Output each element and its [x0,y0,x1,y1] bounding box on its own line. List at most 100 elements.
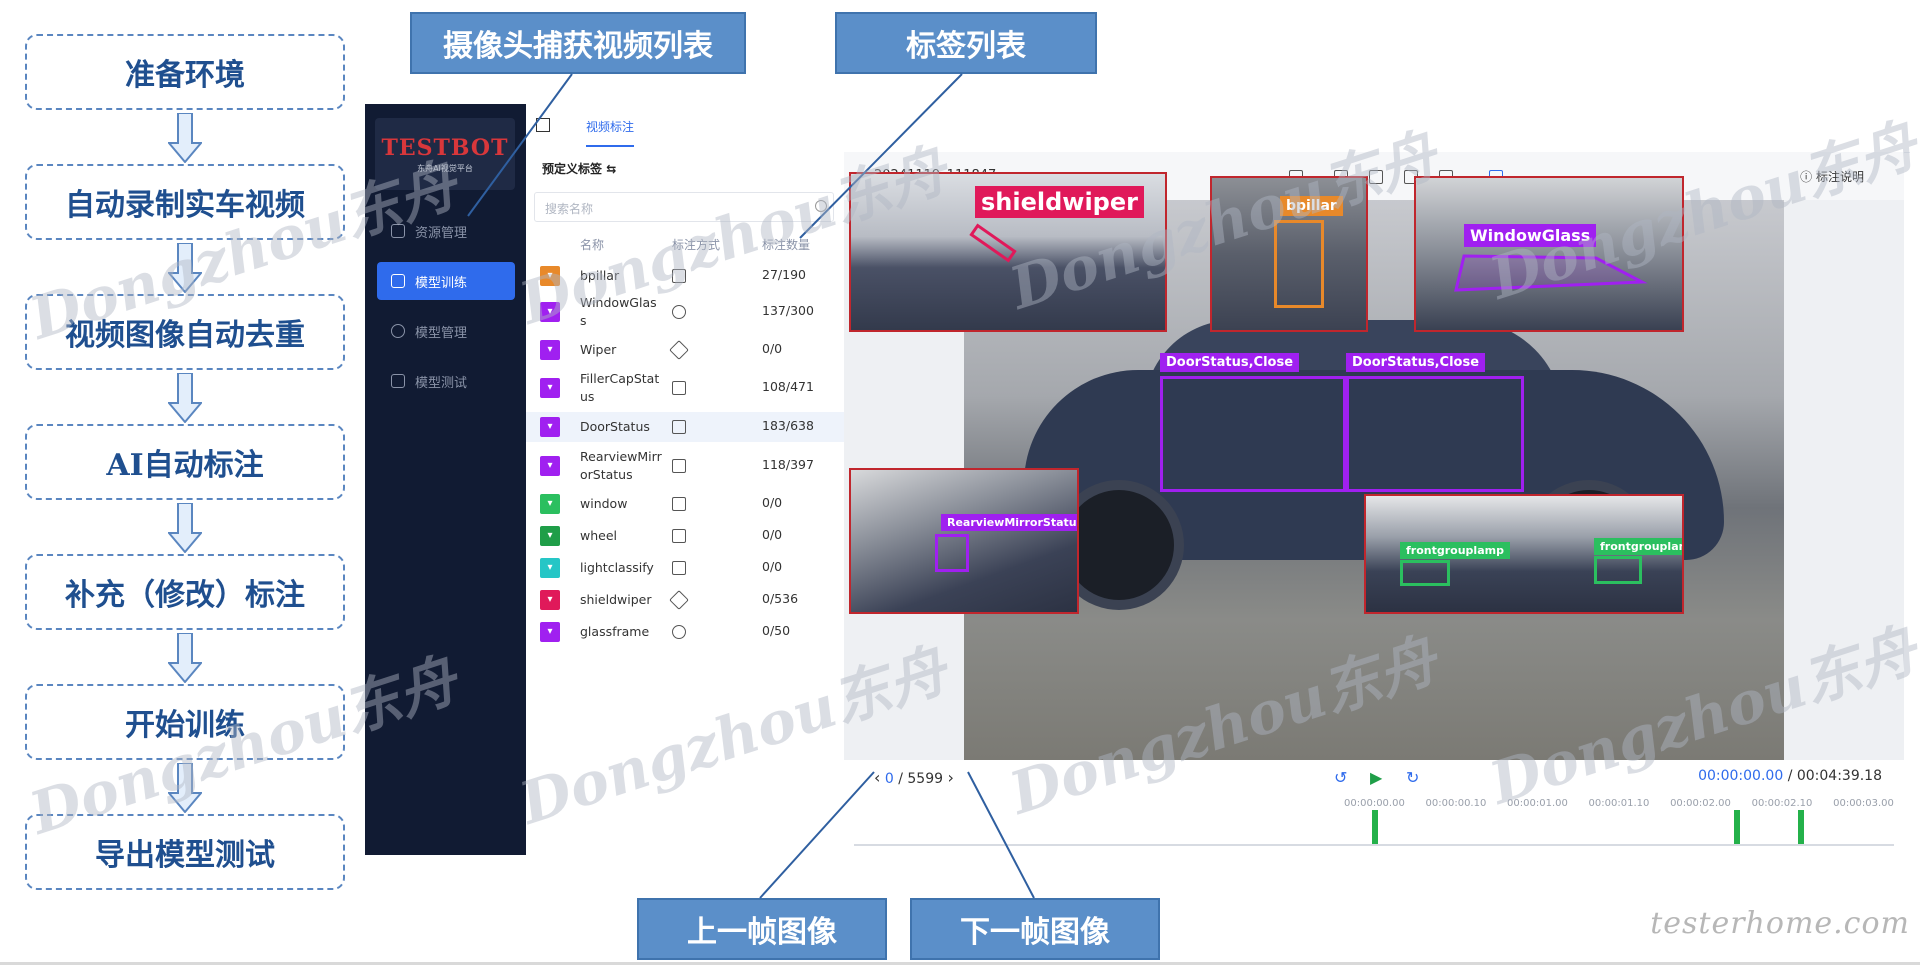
doorstatus-bbox[interactable] [1346,376,1524,492]
label-color-swatch[interactable]: ▾ [540,622,560,642]
playback-bar: ‹ 0 / 5599 › ↺ ▶ ↻ 00:00:00.00 / 00:04:3… [844,760,1904,852]
flow-down-arrow-icon [168,633,202,683]
flow-step-6: 开始训练 [25,684,345,760]
keyframe-marker[interactable] [1798,810,1804,844]
label-name: bpillar [580,268,620,283]
label-row[interactable]: ▾ bpillar 27/190 [526,262,844,290]
sidebar-item-label: 模型训练 [415,275,468,291]
column-header-name: 名称 [580,238,605,252]
sidebar-item-label: 资源管理 [415,225,468,241]
column-header-count: 标注数量 [762,238,811,252]
prev-frame-button[interactable]: ‹ [874,768,880,787]
bpillar-tag: bpillar [1280,196,1343,216]
app-tab-bar: 视频标注 [526,104,1910,153]
rect-tool-icon [672,459,686,473]
sidebar-item-model-training[interactable]: 模型训练 [377,262,515,300]
folder-icon [391,224,405,238]
search-icon [815,200,827,212]
timeline-track[interactable] [854,844,1894,846]
label-row[interactable]: ▾ FillerCapStatus 108/471 [526,368,844,408]
label-count: 0/0 [762,341,783,356]
callout-video-list: 摄像头捕获视频列表 [410,12,746,74]
label-count: 118/397 [762,457,814,472]
rect-tool-icon [672,529,686,543]
windowglass-polygon[interactable] [1416,178,1684,332]
label-color-swatch[interactable]: ▾ [540,302,560,322]
sidebar-item-resources[interactable]: 资源管理 [377,212,515,250]
label-color-swatch[interactable]: ▾ [540,378,560,398]
timeline-tick: 00:00:02.10 [1751,798,1813,809]
doorstatus-tag: DoorStatus,Close [1160,353,1300,372]
polygon-tool-icon [672,625,686,639]
label-color-swatch[interactable]: ▾ [540,417,560,437]
label-count: 183/638 [762,418,814,433]
label-color-swatch[interactable]: ▾ [540,494,560,514]
next-frame-button[interactable]: › [947,768,953,787]
inset-windowglass: WindowGlass [1414,176,1684,332]
flow-step-7: 导出模型测试 [25,814,345,890]
rect-tool-icon [672,269,686,283]
frontgrouplamp-bbox[interactable] [1594,556,1642,584]
label-color-swatch[interactable]: ▾ [540,526,560,546]
label-count: 0/0 [762,527,783,542]
sidebar-item-label: 模型管理 [415,325,468,341]
flow-step-4: AI自动标注 [25,424,345,500]
frame-total: / 5599 [898,771,944,787]
flow-step-2: 自动录制实车视频 [25,164,345,240]
flow-down-arrow-icon [168,243,202,293]
label-color-swatch[interactable]: ▾ [540,340,560,360]
rearviewmirror-bbox[interactable] [935,534,969,572]
rect-tool-icon [672,561,686,575]
testbot-logo: TESTBOT 东舟AI视觉平台 [375,118,515,190]
label-color-swatch[interactable]: ▾ [540,558,560,578]
label-color-swatch[interactable]: ▾ [540,266,560,286]
tab-video-annotation[interactable]: 视频标注 [586,118,635,147]
label-name: lightclassify [580,560,654,575]
label-name: wheel [580,528,617,543]
site-watermark: testerhome.com [1650,906,1910,941]
timeline-tick: 00:00:01.10 [1588,798,1650,809]
bpillar-bbox[interactable] [1274,220,1324,308]
paste-icon[interactable] [1369,170,1383,184]
label-row[interactable]: ▾ RearviewMirrorStatus 118/397 [526,446,844,486]
label-count: 108/471 [762,379,814,394]
label-row[interactable]: ▾ shieldwiper 0/536 [526,586,844,614]
shieldwiper-tag: shieldwiper [975,186,1144,218]
rect-tool-icon [672,381,686,395]
label-color-swatch[interactable]: ▾ [540,590,560,610]
label-name: FillerCapStatus [580,371,660,404]
play-icon[interactable]: ▶ [1370,768,1382,787]
label-row[interactable]: ▾ DoorStatus 183/638 [526,412,844,442]
label-row[interactable]: ▾ WindowGlass 137/300 [526,292,844,332]
frame-counter: ‹ 0 / 5599 › [874,768,954,787]
logo-subtitle: 东舟AI视觉平台 [417,163,473,173]
label-row[interactable]: ▾ lightclassify 0/0 [526,554,844,582]
label-color-swatch[interactable]: ▾ [540,456,560,476]
frontgrouplamp-bbox[interactable] [1400,560,1450,586]
forward-5s-icon[interactable]: ↻ [1406,768,1419,787]
frame-current: 0 [884,771,894,787]
rewind-5s-icon[interactable]: ↺ [1334,768,1347,787]
timeline-tick: 00:00:01.00 [1507,798,1568,809]
label-count: 0/0 [762,495,783,510]
doorstatus-bbox[interactable] [1160,376,1346,492]
sidebar-item-model-management[interactable]: 模型管理 [377,312,515,350]
sidebar-item-model-test[interactable]: 模型测试 [377,362,515,400]
label-row[interactable]: ▾ glassframe 0/50 [526,618,844,646]
video-icon[interactable] [536,118,550,132]
search-input[interactable]: 搜索名称 [534,192,834,222]
label-row[interactable]: ▾ Wiper 0/0 [526,336,844,364]
label-name: RearviewMirrorStatus [580,449,662,482]
annotation-help-link[interactable]: ⓘ 标注说明 [1800,168,1864,185]
label-count: 27/190 [762,267,806,282]
pie-chart-icon [391,324,405,338]
bottom-divider [0,962,1920,965]
label-list-panel: 预定义标签 ⇆ 搜索名称 名称 标注方式 标注数量 ▾ bpillar 27/1… [526,152,844,855]
keyframe-marker[interactable] [1734,810,1740,844]
timeline-tick: 00:00:00.00 [1344,798,1405,809]
column-header-mode: 标注方式 [672,238,721,252]
flow-down-arrow-icon [168,373,202,423]
label-row[interactable]: ▾ wheel 0/0 [526,522,844,550]
label-row[interactable]: ▾ window 0/0 [526,490,844,518]
keyframe-marker[interactable] [1372,810,1378,844]
